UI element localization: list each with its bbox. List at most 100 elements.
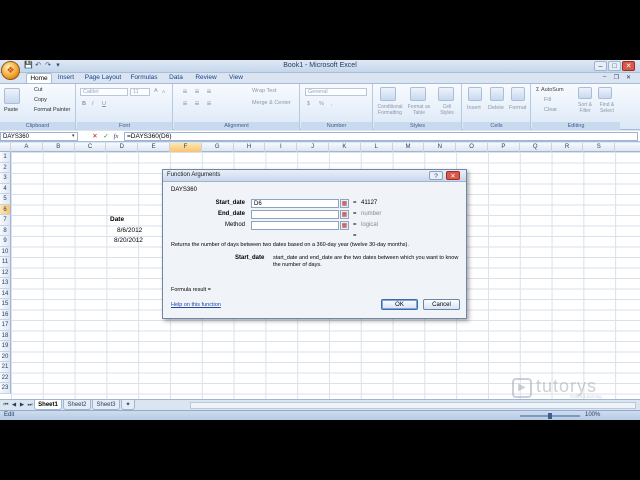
- row-header[interactable]: 6: [0, 204, 11, 215]
- formula-input[interactable]: =DAYS360(D6): [124, 132, 638, 141]
- next-sheet-icon[interactable]: ▶: [18, 401, 26, 410]
- column-header[interactable]: M: [393, 143, 425, 152]
- prev-sheet-icon[interactable]: ◀: [10, 401, 18, 410]
- ok-button[interactable]: OK: [381, 299, 418, 310]
- format-cells-icon[interactable]: [511, 87, 525, 101]
- start-date-input[interactable]: D6: [251, 199, 339, 208]
- insert-cells-icon[interactable]: [468, 87, 482, 101]
- row-header[interactable]: 4: [0, 183, 11, 194]
- dialog-title-bar[interactable]: Function Arguments ? ✕: [163, 170, 466, 182]
- doc-close-button[interactable]: ✕: [624, 74, 633, 82]
- row-header[interactable]: 1: [0, 152, 11, 163]
- cell-d7[interactable]: 8/20/2012: [114, 236, 143, 246]
- shrink-font-button[interactable]: A: [162, 89, 165, 94]
- insert-button[interactable]: Insert: [467, 105, 481, 111]
- column-header[interactable]: S: [583, 143, 616, 152]
- align-center-icon[interactable]: ≡: [192, 99, 202, 109]
- column-header[interactable]: E: [138, 143, 170, 152]
- tab-review[interactable]: Review: [192, 73, 220, 83]
- row-header[interactable]: 22: [0, 372, 11, 383]
- zoom-level[interactable]: 100%: [585, 412, 600, 418]
- column-header[interactable]: D: [106, 143, 139, 152]
- cell-styles-button[interactable]: Cell Styles: [436, 104, 458, 116]
- column-header[interactable]: G: [202, 143, 234, 152]
- merge-center-button[interactable]: Merge & Center: [252, 100, 291, 106]
- method-collapse-icon[interactable]: ▦: [340, 221, 349, 230]
- align-top-icon[interactable]: ≡: [180, 87, 190, 97]
- wrap-text-button[interactable]: Wrap Text: [252, 88, 277, 94]
- bold-button[interactable]: B: [82, 101, 86, 107]
- find-select-button[interactable]: Find & Select: [596, 102, 618, 114]
- row-header[interactable]: 5: [0, 194, 11, 205]
- row-header[interactable]: 15: [0, 299, 11, 310]
- fill-button[interactable]: Fill: [544, 97, 551, 103]
- doc-minimize-button[interactable]: –: [600, 74, 609, 82]
- format-button[interactable]: Format: [509, 105, 526, 111]
- cancel-entry-button[interactable]: ✕: [90, 132, 100, 141]
- column-header[interactable]: A: [11, 143, 43, 152]
- row-header[interactable]: 17: [0, 320, 11, 331]
- maximize-button[interactable]: □: [608, 61, 621, 71]
- clear-button[interactable]: Clear: [544, 107, 557, 113]
- cell-d6[interactable]: 8/6/2012: [117, 226, 142, 236]
- sheet-tab-sheet1[interactable]: Sheet1: [34, 400, 62, 410]
- percent-button[interactable]: %: [319, 101, 324, 107]
- row-header[interactable]: 3: [0, 173, 11, 184]
- font-name-combo[interactable]: Calibri: [80, 88, 128, 96]
- sheet-tab-sheet3[interactable]: Sheet3: [92, 400, 120, 410]
- name-box-dropdown-icon[interactable]: ▾: [72, 132, 75, 141]
- insert-sheet-icon[interactable]: ✦: [121, 400, 135, 410]
- office-button[interactable]: ❖: [1, 61, 20, 80]
- column-header[interactable]: R: [552, 143, 584, 152]
- row-header[interactable]: 2: [0, 162, 11, 173]
- select-all-corner[interactable]: [0, 143, 11, 152]
- column-header[interactable]: B: [43, 143, 75, 152]
- start-date-collapse-icon[interactable]: ▦: [340, 199, 349, 208]
- row-header[interactable]: 18: [0, 330, 11, 341]
- doc-restore-button[interactable]: ❐: [612, 74, 621, 82]
- delete-cells-icon[interactable]: [490, 87, 504, 101]
- row-header[interactable]: 20: [0, 351, 11, 362]
- underline-button[interactable]: U: [102, 101, 106, 107]
- column-header[interactable]: I: [265, 143, 298, 152]
- first-sheet-icon[interactable]: ⏮: [2, 401, 10, 410]
- column-header[interactable]: N: [424, 143, 457, 152]
- font-size-combo[interactable]: 11: [130, 88, 150, 96]
- format-as-table-button[interactable]: Format as Table: [406, 104, 432, 116]
- grow-font-button[interactable]: A: [154, 88, 158, 94]
- conditional-formatting-button[interactable]: Conditional Formatting: [376, 104, 404, 116]
- format-table-icon[interactable]: [410, 87, 426, 101]
- end-date-input[interactable]: [251, 210, 339, 219]
- paste-button[interactable]: Paste: [4, 107, 18, 113]
- paste-icon[interactable]: [4, 88, 20, 104]
- row-header[interactable]: 16: [0, 309, 11, 320]
- row-header[interactable]: 7: [0, 215, 11, 226]
- align-left-icon[interactable]: ≡: [180, 99, 190, 109]
- tab-formulas[interactable]: Formulas: [128, 73, 160, 83]
- column-header[interactable]: O: [456, 143, 488, 152]
- delete-button[interactable]: Delete: [488, 105, 504, 111]
- method-input[interactable]: [251, 221, 339, 230]
- column-header[interactable]: C: [75, 143, 107, 152]
- cell-styles-icon[interactable]: [438, 87, 454, 101]
- row-header[interactable]: 11: [0, 257, 11, 268]
- row-header[interactable]: 19: [0, 341, 11, 352]
- dialog-close-button[interactable]: ✕: [446, 171, 460, 180]
- row-header[interactable]: 23: [0, 383, 11, 394]
- find-select-icon[interactable]: [598, 87, 612, 99]
- autosum-button[interactable]: Σ AutoSum: [536, 87, 564, 93]
- column-header[interactable]: K: [329, 143, 361, 152]
- row-header[interactable]: 10: [0, 246, 11, 257]
- comma-button[interactable]: ,: [331, 101, 333, 107]
- column-header[interactable]: J: [297, 143, 329, 152]
- column-header[interactable]: P: [488, 143, 520, 152]
- tab-insert[interactable]: Insert: [54, 73, 78, 83]
- help-link[interactable]: Help on this function: [171, 302, 221, 308]
- copy-button[interactable]: Copy: [34, 97, 47, 103]
- align-right-icon[interactable]: ≡: [204, 99, 214, 109]
- align-middle-icon[interactable]: ≡: [192, 87, 202, 97]
- zoom-slider-thumb[interactable]: [548, 413, 552, 419]
- cell-d5[interactable]: Date: [110, 215, 124, 225]
- row-header[interactable]: 14: [0, 288, 11, 299]
- last-sheet-icon[interactable]: ⏭: [26, 401, 34, 410]
